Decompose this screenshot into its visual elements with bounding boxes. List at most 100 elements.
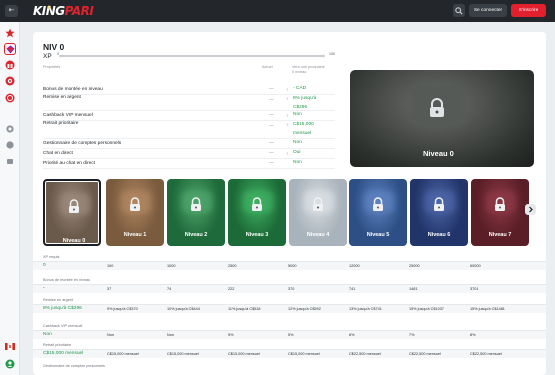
benefit-next: Non: [293, 140, 302, 145]
benefit-row: Chat en direct — ↑ Oui: [43, 149, 335, 159]
level-card-name: Niveau 7: [488, 232, 512, 238]
table-cell: 25000: [409, 264, 420, 268]
table-section-label: Gestionnaire de comptes personnels: [43, 364, 105, 368]
table-cell: 741: [349, 287, 356, 291]
level-card[interactable]: Niveau 0: [43, 179, 101, 246]
lock-icon: [430, 98, 444, 117]
benefit-name: Cashback VIP mensuel: [43, 112, 93, 118]
signup-button[interactable]: S'inscrire: [511, 4, 546, 17]
table-cell: 5%: [228, 333, 234, 337]
benefit-current: —: [269, 150, 274, 156]
xp-max: 100: [329, 52, 335, 56]
table-section-label: Retrait prioritaire: [43, 343, 72, 347]
benefit-row: Gestionnaire de comptes personnels — Non: [43, 139, 335, 149]
chevron-right-icon[interactable]: [525, 204, 536, 215]
collapse-icon[interactable]: ⇤: [5, 5, 18, 17]
table-cell: 5000: [288, 264, 297, 268]
benefit-row: Cashback VIP mensuel — ↑ Non: [43, 111, 335, 121]
flag-icon[interactable]: [4, 342, 16, 354]
xp-label: XP: [43, 53, 52, 60]
preview-level-name: Niveau 0: [423, 149, 454, 158]
table-cell: 11% jusqu'à C$518: [228, 307, 261, 311]
lock-icon: [434, 197, 444, 211]
benefit-row: Priorité au chat en direct — Non: [43, 159, 335, 169]
table-cell: 3701: [470, 287, 479, 291]
table-cell: Non: [167, 333, 174, 337]
circle-icon[interactable]: [4, 123, 16, 135]
table-row: - 37 74 222 370 741 1481 3701: [33, 284, 546, 293]
table-cell: 8%: [470, 333, 476, 337]
table-cell: Non: [107, 333, 114, 337]
diamond-icon[interactable]: [4, 43, 16, 55]
table-cell: 12% jusqu'à C$592: [288, 307, 321, 311]
table-section-label: Bonus de montée en niveau: [43, 278, 91, 282]
lock-icon: [130, 197, 140, 211]
level-card[interactable]: Niveau 4: [289, 179, 347, 246]
search-button[interactable]: [453, 4, 465, 17]
table-cell: C$15,000 mensuel: [43, 351, 84, 356]
table-cell: 10% jusqu'à C$444: [167, 307, 200, 311]
lock-icon: [313, 197, 323, 211]
up-arrow-icon: ↑: [286, 96, 289, 101]
table-cell: C$22,500 mensuel: [470, 352, 502, 356]
table-cell: 1481: [409, 287, 418, 291]
cards-icon[interactable]: [4, 139, 16, 151]
lock-icon[interactable]: [4, 155, 16, 167]
level-card[interactable]: Niveau 7: [471, 179, 529, 246]
table-cell: 15% jusqu'à C$1481: [470, 307, 505, 311]
benefit-next: Non: [293, 112, 302, 117]
search-icon: [455, 7, 463, 15]
table-cell: 0: [43, 263, 46, 268]
table-cell: 60000: [470, 264, 481, 268]
table-cell: C$15,000 mensuel: [167, 352, 199, 356]
level-card[interactable]: Niveau 1: [106, 179, 164, 246]
table-section-label: Cashback VIP mensuel: [43, 324, 83, 328]
level-card-name: Niveau 0: [62, 238, 86, 244]
level-title: NIV 0: [43, 42, 65, 52]
level-card-name: Niveau 6: [427, 232, 451, 238]
table-cell: C$15,000 mensuel: [288, 352, 320, 356]
level-preview: Niveau 0: [350, 70, 534, 167]
table-cell: 1000: [167, 264, 176, 268]
header-next: Vers une prochaine 0 niveau: [292, 65, 325, 74]
benefit-next: Oui: [293, 150, 301, 155]
table-cell: 6%: [349, 333, 355, 337]
sidebar: [0, 22, 20, 375]
table-row: 0 100 1000 2500 5000 12000 25000 60000: [33, 261, 546, 270]
level-card[interactable]: Niveau 3: [228, 179, 286, 246]
table-section-label: Remise en argent: [43, 298, 73, 302]
level-card-name: Niveau 3: [245, 232, 269, 238]
benefit-current: —: [269, 124, 274, 129]
support-icon[interactable]: [4, 358, 16, 370]
level-card[interactable]: Niveau 2: [167, 179, 225, 246]
benefit-name: Remise en argent: [43, 95, 81, 100]
benefit-name: Retrait prioritaire: [43, 121, 79, 126]
up-arrow-icon: ↑: [286, 150, 289, 156]
shield-icon[interactable]: [4, 75, 16, 87]
level-card-name: Niveau 5: [366, 232, 390, 238]
benefit-name: Chat en direct: [43, 150, 73, 156]
chip-icon[interactable]: [4, 92, 16, 104]
table-row: 8% jusqu'à C$296 9% jusqu'à C$370 10% jusq…: [33, 304, 546, 313]
star-icon[interactable]: [4, 27, 16, 39]
logo[interactable]: ♛ KINGPARI: [33, 4, 103, 18]
benefit-name: Gestionnaire de comptes personnels: [43, 140, 122, 146]
gift-icon[interactable]: [4, 59, 16, 71]
level-card-name: Niveau 2: [184, 232, 208, 238]
table-cell: C$22,500 mensuel: [409, 352, 441, 356]
header-current: Actuel: [262, 65, 273, 69]
benefit-current: —: [269, 86, 274, 92]
level-card-name: Niveau 1: [123, 232, 147, 238]
table-cell: C$22,500 mensuel: [349, 352, 381, 356]
benefit-current: —: [269, 112, 274, 118]
table-cell: 370: [288, 287, 295, 291]
benefit-current: —: [269, 160, 274, 166]
table-cell: 222: [228, 287, 235, 291]
vip-panel: NIV 0 XP 0 100 Propriétés Actuel Vers un…: [33, 32, 546, 375]
level-card[interactable]: Niveau 6: [410, 179, 468, 246]
table-row: C$15,000 mensuel C$15,000 mensuel C$15,000…: [33, 349, 546, 358]
table-cell: 37: [107, 287, 112, 291]
login-button[interactable]: Se connecter: [469, 4, 507, 17]
level-card[interactable]: Niveau 5: [349, 179, 407, 246]
table-cell: 5%: [288, 333, 294, 337]
